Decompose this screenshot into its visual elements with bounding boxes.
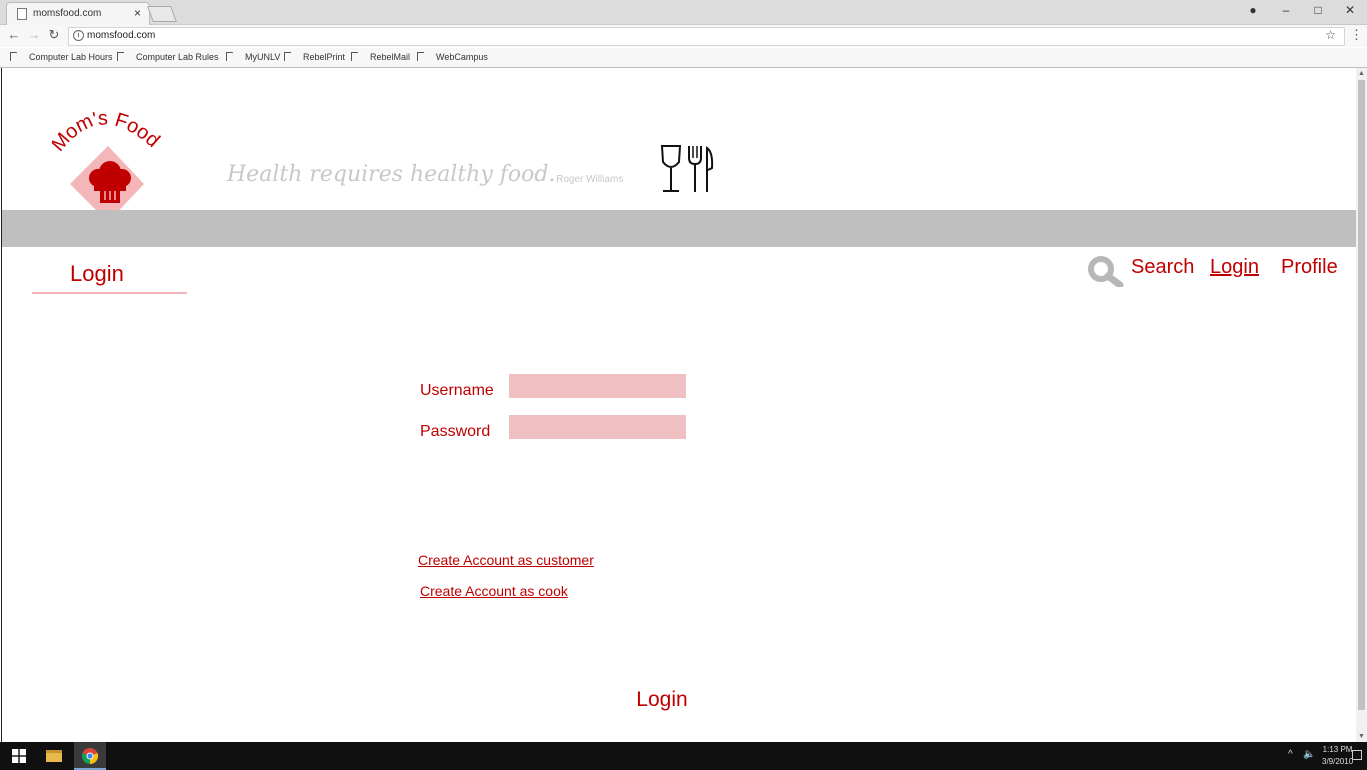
taskbar-clock[interactable]: 1:13 PM 3/9/2010 bbox=[1322, 744, 1353, 768]
account-icon[interactable]: ● bbox=[1243, 3, 1263, 17]
notification-icon[interactable] bbox=[1352, 750, 1362, 760]
windows-start-icon[interactable] bbox=[12, 749, 26, 763]
nav-search[interactable]: Search bbox=[1131, 256, 1194, 279]
chrome-icon bbox=[82, 748, 98, 764]
browser-tab[interactable]: momsfood.com × bbox=[6, 2, 150, 25]
header-band bbox=[2, 210, 1356, 247]
page-icon bbox=[17, 8, 27, 20]
bookmark-page-icon bbox=[284, 52, 291, 61]
clock-date: 3/9/2010 bbox=[1322, 757, 1354, 766]
quote-author: - Roger Williams bbox=[550, 174, 624, 185]
tab-title: momsfood.com bbox=[33, 8, 102, 19]
file-explorer-icon[interactable] bbox=[46, 750, 62, 762]
browser-titlebar: momsfood.com × ● – □ ✕ bbox=[0, 0, 1367, 25]
login-button[interactable]: Login bbox=[622, 684, 702, 716]
nav-profile[interactable]: Profile bbox=[1281, 256, 1338, 279]
bookmark-item[interactable]: RebelPrint bbox=[284, 52, 345, 62]
username-input[interactable] bbox=[509, 374, 686, 398]
forward-button[interactable]: → bbox=[26, 27, 42, 42]
volume-icon[interactable]: 🔈 bbox=[1303, 749, 1315, 760]
clock-time: 1:13 PM bbox=[1322, 745, 1353, 754]
windows-taskbar: ^ 🔈 1:13 PM 3/9/2010 bbox=[0, 742, 1367, 770]
password-input[interactable] bbox=[509, 415, 686, 439]
back-button[interactable]: ← bbox=[6, 27, 22, 42]
browser-menu-icon[interactable]: ⋮ bbox=[1350, 27, 1363, 43]
close-window-button[interactable]: ✕ bbox=[1340, 3, 1360, 17]
page-scrollbar[interactable]: ▲ ▼ bbox=[1356, 68, 1367, 742]
new-tab-button[interactable] bbox=[147, 6, 177, 22]
bookmark-item[interactable]: Computer Lab Hours bbox=[10, 52, 113, 62]
bookmark-star-icon[interactable]: ☆ bbox=[1325, 28, 1336, 42]
bookmark-page-icon bbox=[226, 52, 233, 61]
taskbar-chrome-button[interactable] bbox=[74, 742, 106, 770]
page-title: Login bbox=[70, 261, 124, 286]
moms-food-logo[interactable]: Mom's Food bbox=[52, 98, 172, 228]
reload-button[interactable]: ↻ bbox=[46, 27, 62, 43]
create-customer-account-link[interactable]: Create Account as customer bbox=[418, 552, 594, 568]
create-cook-account-link[interactable]: Create Account as cook bbox=[420, 583, 568, 599]
title-underline bbox=[32, 292, 187, 294]
password-label: Password bbox=[420, 423, 491, 440]
bookmark-page-icon bbox=[417, 52, 424, 61]
username-label: Username bbox=[420, 382, 494, 399]
search-icon[interactable] bbox=[1086, 255, 1126, 287]
maximize-button[interactable]: □ bbox=[1308, 3, 1328, 17]
bookmark-page-icon bbox=[10, 52, 17, 61]
page-content: Mom's Food Health requires healthy food.… bbox=[1, 68, 1356, 742]
browser-toolbar: ← → ↻ i momsfood.com ☆ ⋮ bbox=[0, 25, 1367, 47]
bookmark-item[interactable]: MyUNLV bbox=[226, 52, 280, 62]
bookmark-item[interactable]: Computer Lab Rules bbox=[117, 52, 219, 62]
bookmark-page-icon bbox=[117, 52, 124, 61]
address-url[interactable]: momsfood.com bbox=[87, 30, 155, 41]
address-bar[interactable]: i momsfood.com ☆ bbox=[68, 27, 1345, 46]
scrollbar-thumb[interactable] bbox=[1358, 80, 1365, 710]
minimize-button[interactable]: – bbox=[1276, 3, 1296, 17]
close-tab-icon[interactable]: × bbox=[134, 6, 141, 20]
wine-glass-cutlery-icon bbox=[660, 145, 714, 192]
bookmark-item[interactable]: RebelMail bbox=[351, 52, 410, 62]
nav-login[interactable]: Login bbox=[1210, 256, 1259, 279]
site-tagline: Health requires healthy food. bbox=[227, 162, 556, 187]
bookmark-item[interactable]: WebCampus bbox=[417, 52, 488, 62]
scroll-down-icon[interactable]: ▼ bbox=[1358, 733, 1365, 740]
site-info-icon[interactable]: i bbox=[73, 30, 84, 41]
scroll-up-icon[interactable]: ▲ bbox=[1358, 70, 1365, 77]
tray-chevron-icon[interactable]: ^ bbox=[1288, 749, 1293, 760]
bookmarks-bar: Computer Lab Hours Computer Lab Rules My… bbox=[0, 48, 1367, 68]
bookmark-page-icon bbox=[351, 52, 358, 61]
